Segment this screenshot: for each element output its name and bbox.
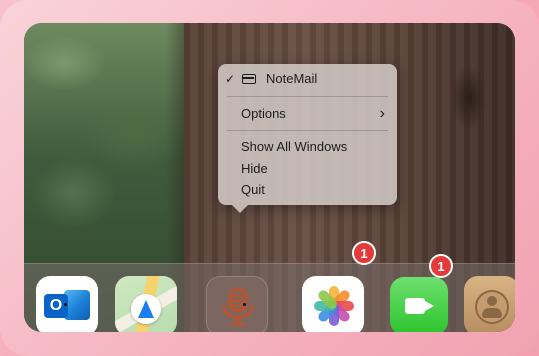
menu-item-hide[interactable]: Hide: [218, 159, 397, 179]
menu-item-notemail[interactable]: ✓ NoteMail: [218, 69, 397, 89]
menu-item-show-all-windows[interactable]: Show All Windows: [218, 137, 397, 157]
menu-item-label: Quit: [241, 182, 265, 197]
dock-app-maps[interactable]: [115, 276, 177, 332]
menu-item-label: Options: [241, 106, 286, 121]
microphone-icon: [222, 287, 254, 326]
menu-separator: [227, 130, 388, 131]
dock-app-outlook[interactable]: O: [36, 276, 98, 332]
dock-app-contacts[interactable]: [464, 276, 515, 332]
outlook-letter: O: [44, 294, 68, 318]
maps-icon: [131, 294, 161, 324]
dock-app-facetime[interactable]: [390, 277, 448, 332]
facetime-icon: [405, 298, 434, 314]
running-indicator: [64, 303, 67, 306]
chevron-right-icon: ›: [379, 105, 385, 122]
running-indicator: [243, 303, 246, 306]
menu-item-quit[interactable]: Quit: [218, 180, 397, 200]
dock-context-menu: ✓ NoteMail Options › Show All Windows Hi…: [218, 64, 397, 213]
menu-item-label: Hide: [241, 161, 268, 176]
dock-app-notemail[interactable]: [206, 276, 268, 332]
contacts-icon: [475, 290, 509, 324]
menu-item-label: Show All Windows: [241, 139, 348, 154]
dock-app-photos[interactable]: [302, 276, 364, 332]
desktop-screen: ✓ NoteMail Options › Show All Windows Hi…: [24, 23, 515, 332]
facetime-badge: 1: [429, 254, 453, 278]
menu-separator: [227, 96, 388, 97]
menu-item-label: NoteMail: [266, 71, 318, 86]
menu-item-options[interactable]: Options ›: [218, 104, 397, 124]
photos-icon: [302, 276, 364, 332]
window-icon: [242, 74, 256, 84]
checkmark-icon: ✓: [225, 72, 236, 86]
photos-badge: 1: [352, 241, 376, 265]
